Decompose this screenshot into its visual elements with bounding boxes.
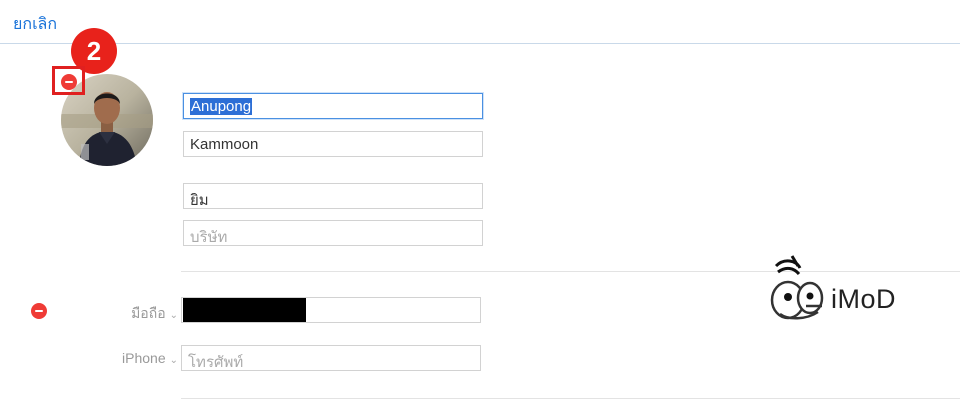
- redacted-phone-number: [183, 298, 306, 322]
- delete-phone-button[interactable]: [31, 303, 47, 319]
- phone-label-text: iPhone: [122, 350, 166, 366]
- imod-logo-text: iMoD: [831, 284, 897, 314]
- first-name-value: Anupong: [190, 98, 253, 115]
- phone-label-text: มือถือ: [131, 305, 166, 321]
- company-field[interactable]: บริษัท: [183, 220, 483, 246]
- phone-placeholder: โทรศัพท์: [188, 354, 244, 371]
- phone-label-select[interactable]: มือถือ ⌄: [100, 303, 178, 325]
- first-name-field[interactable]: Anupong: [183, 93, 483, 119]
- imod-logo: iMoD: [766, 254, 916, 334]
- delete-photo-button[interactable]: [61, 74, 77, 90]
- last-name-value: Kammoon: [190, 136, 259, 153]
- phone-number-field[interactable]: โทรศัพท์: [181, 345, 481, 371]
- cancel-button[interactable]: ยกเลิก: [13, 12, 57, 37]
- imod-mascot-icon: [770, 255, 824, 320]
- section-divider: [181, 398, 960, 399]
- nickname-value: ยิม: [190, 192, 209, 209]
- nickname-field[interactable]: ยิม: [183, 183, 483, 209]
- phone-label-select[interactable]: iPhone ⌄: [100, 350, 178, 366]
- chevron-down-icon: ⌄: [169, 355, 178, 366]
- header-bar: ยกเลิก: [0, 0, 960, 44]
- company-placeholder: บริษัท: [190, 229, 228, 246]
- last-name-field[interactable]: Kammoon: [183, 131, 483, 157]
- chevron-down-icon: ⌄: [169, 310, 178, 321]
